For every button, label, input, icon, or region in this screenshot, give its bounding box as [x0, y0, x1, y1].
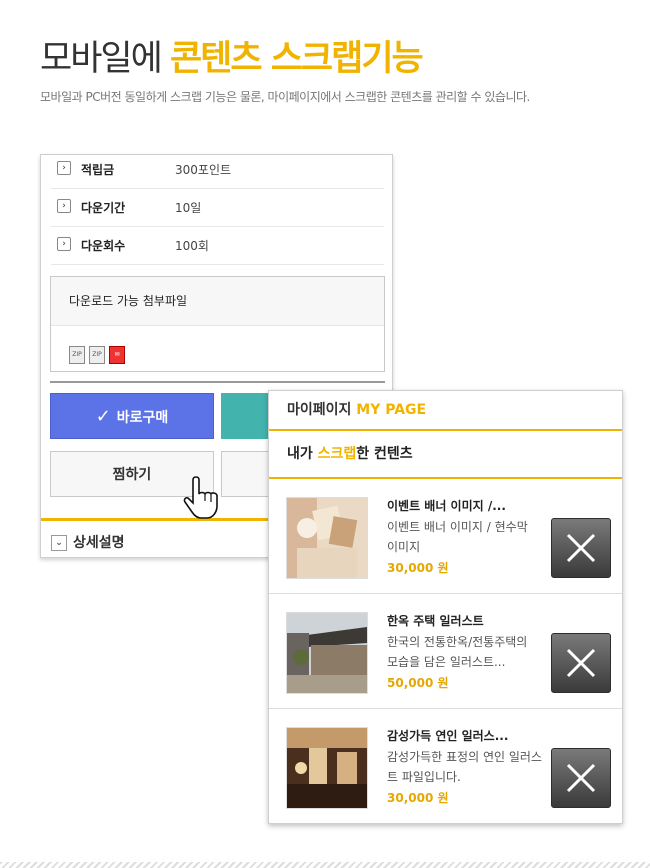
delete-button[interactable] [551, 748, 611, 808]
info-row-period: › 다운기간 10일 [51, 188, 384, 227]
info-value: 100회 [175, 239, 209, 253]
hero-title: 모바일에 콘텐츠 스크랩기능 [40, 30, 424, 81]
info-row-count: › 다운회수 100회 [51, 226, 384, 265]
attachment-title: 다운로드 가능 첨부파일 [51, 277, 384, 326]
zip-file-icon[interactable]: ZIP [69, 346, 85, 364]
scrap-header-post: 한 컨텐츠 [356, 446, 413, 462]
mypage-header: 마이페이지 MY PAGE [269, 391, 622, 431]
info-row-points: › 적립금 300포인트 [51, 155, 384, 189]
buy-now-label: 바로구매 [116, 410, 169, 426]
info-value: 10일 [175, 201, 202, 215]
close-icon [566, 763, 596, 793]
item-title[interactable]: 이벤트 배너 이미지 /... [387, 497, 506, 514]
hero-title-accent: 콘텐츠 스크랩기능 [169, 39, 424, 79]
hero-title-plain: 모바일에 [40, 39, 170, 79]
thumbnail-image[interactable] [286, 727, 368, 809]
divider [50, 381, 385, 383]
footer-divider [0, 862, 650, 868]
item-price: 30,000 원 [387, 561, 449, 575]
thumbnail-image[interactable] [286, 497, 368, 579]
delete-button[interactable] [551, 633, 611, 693]
scrap-list-header: 내가 스크랩한 컨텐츠 [269, 431, 622, 479]
info-label: 다운회수 [81, 239, 126, 253]
detail-toggle[interactable]: ⌄ 상세설명 [51, 532, 125, 552]
item-price: 50,000 원 [387, 676, 449, 690]
buy-now-button[interactable]: ✓ 바로구매 [50, 393, 214, 439]
chevron-right-icon: › [57, 237, 71, 251]
zip-file-icon[interactable]: ZIP [89, 346, 105, 364]
attachment-box: 다운로드 가능 첨부파일 ZIP ZIP ✉ [50, 276, 385, 372]
delete-button[interactable] [551, 518, 611, 578]
item-description: 한국의 전통한옥/전통주택의 모습을 담은 일러스트... [387, 635, 528, 669]
chevron-right-icon: › [57, 199, 71, 213]
chevron-right-icon: › [57, 161, 71, 175]
pdf-file-icon[interactable]: ✉ [109, 346, 125, 364]
hero-subtitle: 모바일과 PC버전 동일하게 스크랩 기능은 물론, 마이페이지에서 스크랩한 … [40, 90, 530, 104]
scrap-header-pre: 내가 [287, 446, 318, 462]
file-icons: ZIP ZIP ✉ [69, 341, 129, 364]
hand-cursor-icon [183, 476, 218, 519]
close-icon [566, 533, 596, 563]
scrap-item[interactable]: 감성가득 연인 일러스... 감성가득한 표정의 연인 일러스트 파일입니다. … [269, 709, 622, 823]
item-description: 감성가득한 표정의 연인 일러스트 파일입니다. [387, 750, 542, 784]
info-label: 적립금 [81, 163, 115, 177]
scrap-header-accent: 스크랩 [317, 446, 357, 462]
info-value: 300포인트 [175, 163, 232, 177]
mypage-header-accent: MY PAGE [356, 402, 427, 418]
item-title[interactable]: 감성가득 연인 일러스... [387, 727, 508, 744]
scrap-item[interactable]: 이벤트 배너 이미지 /... 이벤트 배너 이미지 / 현수막 이미지 30,… [269, 479, 622, 594]
chevron-down-icon: ⌄ [51, 535, 67, 551]
item-price: 30,000 원 [387, 791, 449, 805]
item-title[interactable]: 한옥 주택 일러스트 [387, 612, 484, 629]
info-label: 다운기간 [81, 201, 126, 215]
scrap-item[interactable]: 한옥 주택 일러스트 한국의 전통한옥/전통주택의 모습을 담은 일러스트...… [269, 594, 622, 709]
thumbnail-image[interactable] [286, 612, 368, 694]
mypage-header-plain: 마이페이지 [287, 402, 357, 418]
mypage-panel: 마이페이지 MY PAGE 내가 스크랩한 컨텐츠 이벤트 배너 이미지 /..… [268, 390, 623, 824]
detail-label: 상세설명 [73, 535, 125, 551]
item-description: 이벤트 배너 이미지 / 현수막 이미지 [387, 520, 528, 554]
close-icon [566, 648, 596, 678]
check-icon: ✓ [95, 406, 111, 427]
